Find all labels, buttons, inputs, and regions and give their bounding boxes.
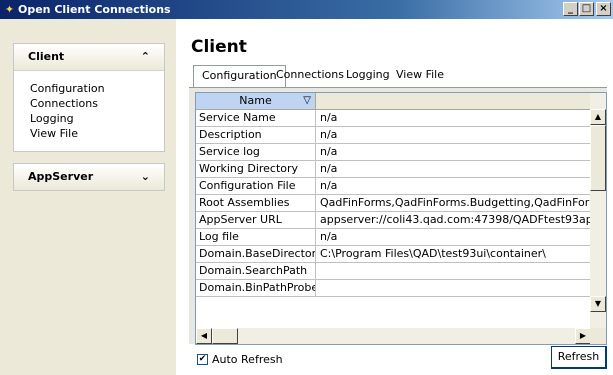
bottom-bar: ✔ Auto Refresh Refresh — [189, 344, 607, 375]
auto-refresh-checkbox[interactable]: ✔ — [197, 354, 208, 365]
page-title: Client — [191, 37, 247, 57]
property-name-cell[interactable]: Root Assemblies — [196, 195, 316, 211]
client-nav-list: Configuration Connections Logging View F… — [14, 71, 164, 151]
scroll-right-icon[interactable]: ▶ — [575, 328, 591, 344]
property-name-cell[interactable]: Domain.BaseDirectory — [196, 246, 316, 262]
scroll-left-icon[interactable]: ◀ — [196, 328, 212, 344]
table-row[interactable]: Domain.BaseDirectory C:\Program Files\QAD… — [196, 246, 591, 263]
table-row[interactable]: AppServer URL appserver://coli43.qad.com:… — [196, 212, 591, 229]
sidebar-item-configuration[interactable]: Configuration — [14, 81, 164, 96]
property-name-cell[interactable]: Service log — [196, 144, 316, 160]
property-value-cell[interactable]: appserver://coli43.qad.com:47398/QADFtes… — [316, 212, 591, 228]
property-value-cell[interactable]: n/a — [316, 161, 591, 177]
column-header-name[interactable]: Name ▽ — [196, 93, 316, 110]
appserver-group-header[interactable]: AppServer ⌄ — [14, 164, 164, 190]
tab-connections[interactable]: Connections — [276, 66, 344, 86]
column-header-name-label: Name — [239, 94, 272, 107]
sidebar: Client ⌃ Configuration Connections Loggi… — [0, 19, 176, 375]
sidebar-item-connections[interactable]: Connections — [14, 96, 164, 111]
property-value-cell[interactable] — [316, 263, 591, 279]
tab-logging[interactable]: Logging — [346, 66, 390, 86]
vertical-scrollbar[interactable]: ▲ ▼ — [590, 93, 606, 328]
tab-content: Name ▽ Service Name n/a Description n/a Serv… — [189, 87, 607, 345]
tab-view-file[interactable]: View File — [396, 66, 444, 86]
client-group-title: Client — [28, 50, 65, 63]
horizontal-scroll-thumb[interactable] — [212, 328, 238, 344]
filter-icon[interactable]: ▽ — [303, 93, 311, 109]
property-name-cell[interactable]: Configuration File — [196, 178, 316, 194]
title-bar[interactable]: ✦ Open Client Connections _ □ × — [0, 0, 613, 19]
property-value-cell[interactable]: C:\Program Files\QAD\test93ui\container\ — [316, 246, 591, 262]
app-window: ✦ Open Client Connections _ □ × Client ⌃… — [0, 0, 613, 375]
grid-header: Name ▽ — [196, 93, 591, 110]
properties-grid: Name ▽ Service Name n/a Description n/a Serv… — [195, 92, 607, 345]
property-value-cell[interactable]: n/a — [316, 178, 591, 194]
horizontal-scrollbar[interactable]: ◀ ▶ — [196, 328, 591, 344]
property-value-cell[interactable]: n/a — [316, 127, 591, 143]
tab-configuration[interactable]: Configuration — [193, 65, 286, 87]
collapse-chevron-icon[interactable]: ⌃ — [141, 44, 150, 70]
table-row[interactable]: Description n/a — [196, 127, 591, 144]
tab-strip: Configuration Connections Logging View F… — [189, 65, 605, 87]
property-name-cell[interactable]: Description — [196, 127, 316, 143]
grid-rows: Service Name n/a Description n/a Service log… — [196, 110, 591, 297]
table-row[interactable]: Domain.BinPathProbe — [196, 280, 591, 297]
main-panel: Client Configuration Connections Logging… — [176, 19, 613, 375]
auto-refresh-label: Auto Refresh — [212, 353, 283, 366]
property-name-cell[interactable]: Domain.SearchPath — [196, 263, 316, 279]
window-title: Open Client Connections — [18, 3, 171, 16]
property-value-cell[interactable]: n/a — [316, 144, 591, 160]
table-row[interactable]: Log file n/a — [196, 229, 591, 246]
table-row[interactable]: Service log n/a — [196, 144, 591, 161]
property-name-cell[interactable]: AppServer URL — [196, 212, 316, 228]
property-value-cell[interactable]: n/a — [316, 110, 591, 126]
table-row[interactable]: Root Assemblies QadFinForms,QadFinForms.B… — [196, 195, 591, 212]
minimize-button[interactable]: _ — [563, 2, 578, 16]
sidebar-item-logging[interactable]: Logging — [14, 111, 164, 126]
client-group: Client ⌃ Configuration Connections Loggi… — [13, 43, 165, 152]
vertical-scroll-thumb[interactable] — [590, 125, 606, 191]
client-group-header[interactable]: Client ⌃ — [14, 44, 164, 71]
table-row[interactable]: Service Name n/a — [196, 110, 591, 127]
maximize-button[interactable]: □ — [579, 2, 594, 16]
sidebar-item-view-file[interactable]: View File — [14, 126, 164, 141]
table-row[interactable]: Domain.SearchPath — [196, 263, 591, 280]
table-row[interactable]: Configuration File n/a — [196, 178, 591, 195]
scrollbar-corner — [590, 328, 606, 344]
appserver-group: AppServer ⌄ — [13, 163, 165, 191]
property-value-cell[interactable]: n/a — [316, 229, 591, 245]
table-row[interactable]: Working Directory n/a — [196, 161, 591, 178]
property-value-cell[interactable]: QadFinForms,QadFinForms.Budgetting,QadFi… — [316, 195, 591, 211]
column-header-value[interactable] — [316, 93, 591, 110]
scroll-down-icon[interactable]: ▼ — [590, 296, 606, 312]
property-name-cell[interactable]: Log file — [196, 229, 316, 245]
property-name-cell[interactable]: Working Directory — [196, 161, 316, 177]
property-name-cell[interactable]: Domain.BinPathProbe — [196, 280, 316, 296]
property-value-cell[interactable] — [316, 280, 591, 296]
close-button[interactable]: × — [596, 2, 611, 16]
property-name-cell[interactable]: Service Name — [196, 110, 316, 126]
expand-chevron-icon[interactable]: ⌄ — [141, 164, 150, 190]
refresh-button[interactable]: Refresh — [551, 346, 607, 369]
scroll-up-icon[interactable]: ▲ — [590, 109, 606, 125]
appserver-group-title: AppServer — [28, 170, 94, 183]
app-icon: ✦ — [4, 3, 15, 16]
